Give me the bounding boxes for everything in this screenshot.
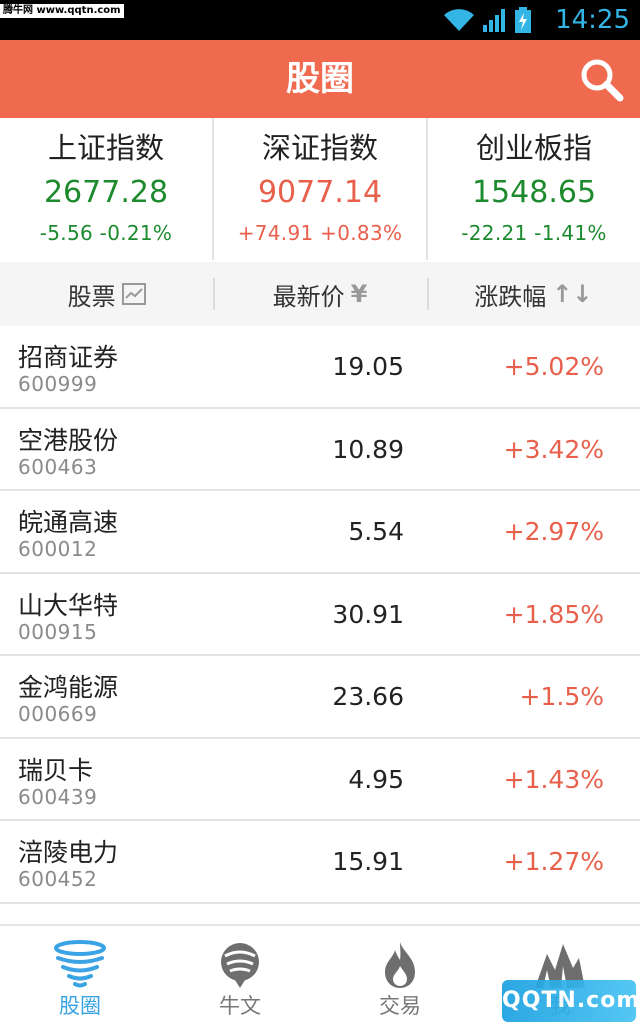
column-stock-label: 股票	[67, 282, 116, 311]
column-price[interactable]: 最新价 ¥	[213, 262, 426, 326]
stock-row[interactable]: 瑞贝卡 600439 4.95 +1.43%	[0, 739, 640, 821]
stock-name: 涪陵电力	[18, 838, 119, 867]
status-icons	[442, 6, 532, 34]
stock-change: +5.02%	[503, 352, 604, 381]
stock-price: 19.05	[332, 352, 404, 381]
nav-tab-trade[interactable]: 交易	[320, 926, 480, 1024]
column-change-label: 涨跌幅	[474, 282, 547, 311]
bull-icon	[221, 943, 259, 988]
watermark-logo: QQTN.com	[502, 980, 639, 1022]
sort-icon[interactable]: ↑↓	[552, 280, 592, 308]
search-icon[interactable]	[578, 56, 624, 102]
stock-price: 15.91	[332, 847, 404, 876]
stock-row[interactable]: 招商证券 600999 19.05 +5.02%	[0, 326, 640, 409]
flame-icon	[385, 942, 415, 988]
index-change: -22.21 -1.41%	[461, 221, 607, 245]
stock-price: 30.91	[332, 599, 404, 629]
column-stock[interactable]: 股票	[0, 262, 213, 326]
stock-name: 皖通高速	[18, 508, 119, 537]
index-change: -5.56 -0.21%	[39, 221, 173, 245]
stock-list: 招商证券 600999 19.05 +5.02% 空港股份 600463 10.…	[0, 326, 640, 934]
index-value: 2677.28	[43, 175, 169, 210]
stock-price: 4.95	[348, 764, 404, 794]
nav-tab-niuwen[interactable]: 牛文	[160, 926, 320, 1024]
index-name: 深证指数	[261, 131, 378, 165]
column-price-label: 最新价	[272, 282, 345, 311]
app-header: 股圈	[0, 40, 640, 118]
status-bar: 腾牛网 www.qqtn.com 14:25	[0, 0, 640, 40]
stock-name: 金鸿能源	[18, 673, 119, 702]
stock-price: 5.54	[348, 517, 404, 546]
nav-label: 股圈	[59, 994, 101, 1018]
stock-name: 空港股份	[18, 425, 119, 455]
market-indices: 上证指数 2677.28 -5.56 -0.21% 深证指数 9077.14 +…	[0, 118, 640, 260]
stock-change: +1.5%	[519, 682, 604, 711]
index-card-shanghai[interactable]: 上证指数 2677.28 -5.56 -0.21%	[0, 118, 212, 260]
stock-price: 10.89	[332, 434, 404, 464]
stock-code: 000669	[18, 702, 98, 726]
page-title: 股圈	[286, 59, 354, 99]
tornado-icon	[54, 940, 106, 988]
battery-icon	[515, 7, 531, 33]
stock-row[interactable]: 皖通高速 600012 5.54 +2.97%	[0, 491, 640, 574]
stock-row[interactable]: 空港股份 600463 10.89 +3.42%	[0, 409, 640, 491]
stock-name: 山大华特	[18, 590, 119, 620]
stock-change: +1.85%	[503, 599, 604, 629]
nav-tab-guquan[interactable]: 股圈	[0, 926, 160, 1024]
chart-toggle-icon[interactable]	[121, 283, 146, 305]
stock-row[interactable]: 涪陵电力 600452 15.91 +1.27%	[0, 821, 640, 904]
wifi-icon	[444, 9, 474, 31]
stock-code: 600012	[18, 537, 98, 561]
signal-icon	[483, 9, 505, 32]
stock-code: 600463	[18, 454, 98, 479]
index-card-shenzhen[interactable]: 深证指数 9077.14 +74.91 +0.83%	[212, 118, 426, 260]
status-time: 14:25	[555, 5, 630, 35]
stock-code: 600452	[18, 867, 98, 891]
index-name: 上证指数	[47, 131, 164, 165]
stock-change: +2.97%	[503, 517, 604, 546]
index-value: 1548.65	[471, 175, 597, 210]
stock-code: 600999	[18, 372, 98, 396]
stock-row[interactable]: 金鸿能源 000669 23.66 +1.5%	[0, 656, 640, 739]
index-card-chinext[interactable]: 创业板指 1548.65 -22.21 -1.41%	[426, 118, 640, 260]
stock-change: +3.42%	[503, 434, 604, 464]
watermark-label: 腾牛网 www.qqtn.com	[0, 4, 124, 18]
index-value: 9077.14	[257, 175, 383, 210]
stock-name: 招商证券	[18, 343, 119, 372]
bottom-nav: 股圈 牛文 交易 我 QQTN.com	[0, 924, 640, 1024]
stock-price: 23.66	[332, 682, 404, 711]
nav-label: 牛文	[219, 994, 261, 1018]
stock-code: 600439	[18, 784, 98, 809]
nav-label: 交易	[379, 994, 421, 1018]
stock-row[interactable]: 山大华特 000915 30.91 +1.85%	[0, 574, 640, 656]
stock-name: 瑞贝卡	[18, 755, 94, 785]
stock-list-header: 股票 最新价 ¥ 涨跌幅 ↑↓	[0, 262, 640, 326]
index-change: +74.91 +0.83%	[237, 221, 403, 245]
stock-change: +1.43%	[503, 764, 604, 794]
index-name: 创业板指	[475, 131, 592, 165]
stock-code: 000915	[18, 619, 98, 644]
currency-icon: ¥	[350, 280, 368, 308]
stock-change: +1.27%	[503, 847, 604, 876]
column-change[interactable]: 涨跌幅 ↑↓	[426, 262, 640, 326]
